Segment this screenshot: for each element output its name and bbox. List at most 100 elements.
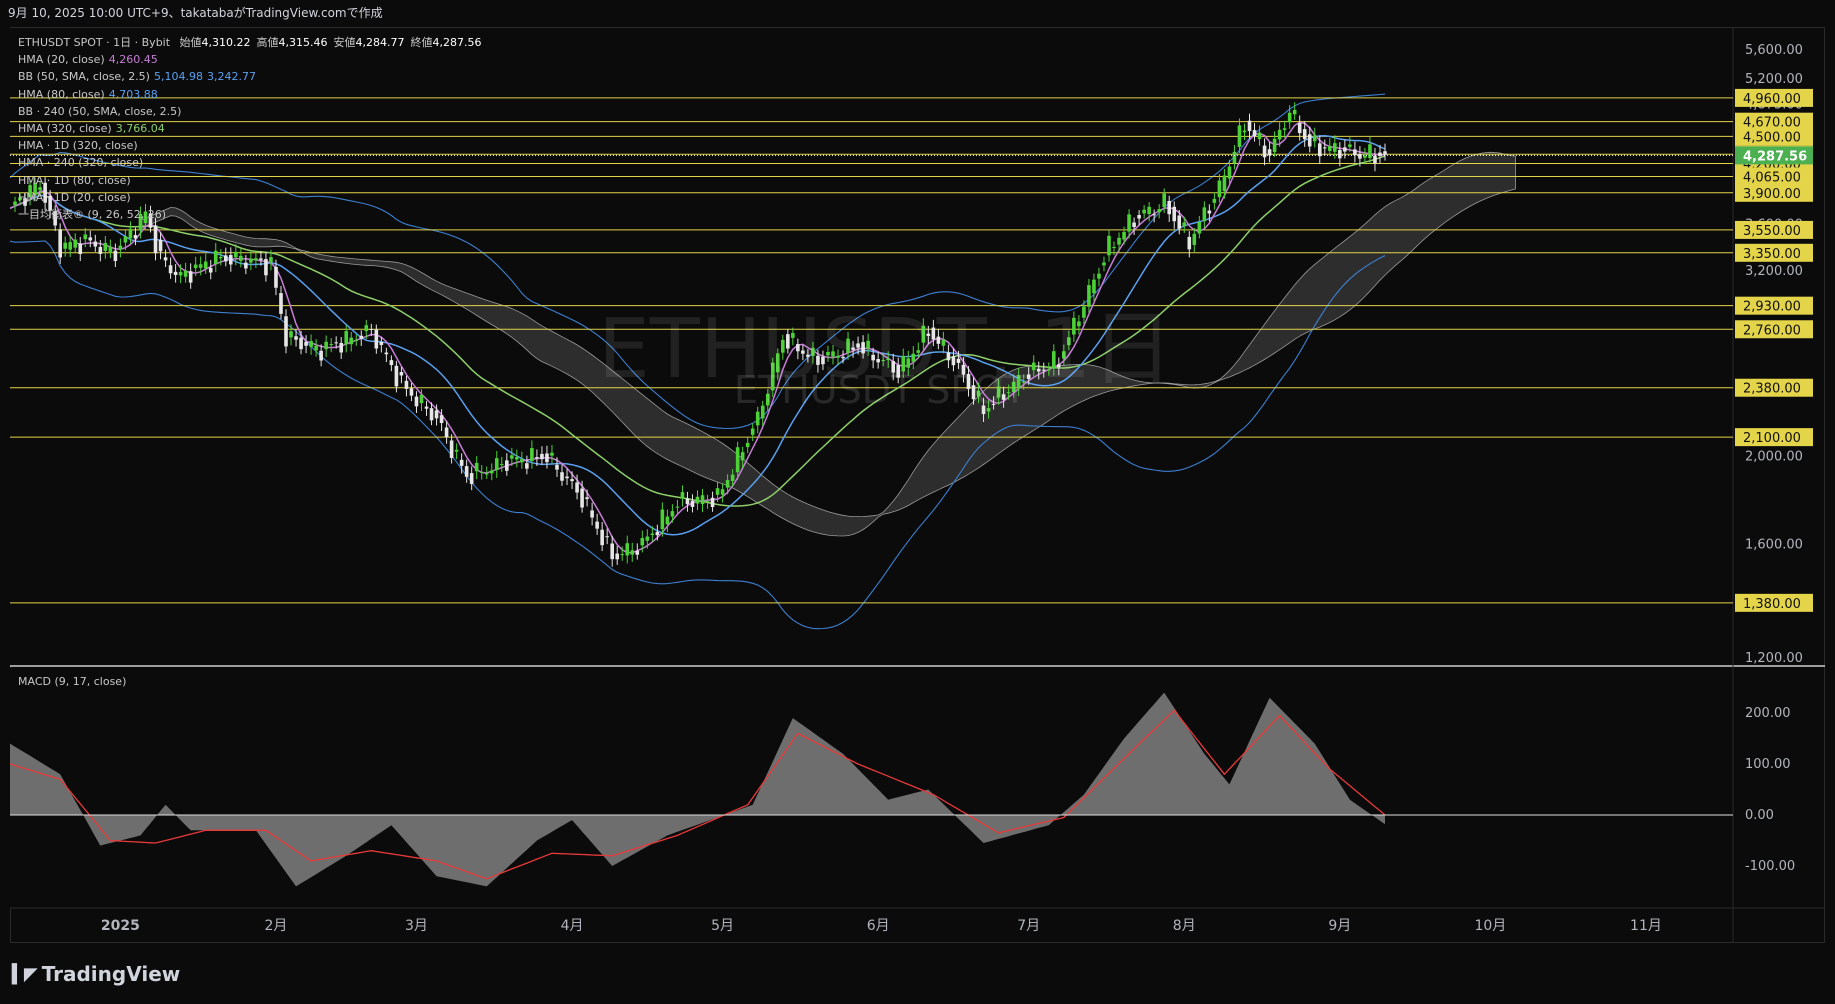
- candle-body[interactable]: [1383, 151, 1387, 155]
- candle-body[interactable]: [469, 473, 474, 484]
- candle-body[interactable]: [1197, 222, 1202, 234]
- candle-body[interactable]: [1172, 206, 1177, 222]
- candle-body[interactable]: [133, 235, 138, 239]
- candle-body[interactable]: [494, 458, 499, 471]
- candle-body[interactable]: [705, 500, 710, 502]
- candle-body[interactable]: [459, 459, 464, 466]
- candle-body[interactable]: [1322, 147, 1327, 149]
- candle-body[interactable]: [565, 476, 569, 479]
- candle-body[interactable]: [585, 497, 589, 500]
- candle-body[interactable]: [720, 489, 725, 495]
- candle-body[interactable]: [1237, 125, 1242, 147]
- candle-body[interactable]: [264, 259, 268, 276]
- candle-body[interactable]: [1107, 235, 1111, 256]
- candle-body[interactable]: [640, 538, 645, 546]
- candle-body[interactable]: [1232, 151, 1237, 164]
- indicator-row[interactable]: HMA · 1D (20, close): [18, 189, 481, 206]
- candle-body[interactable]: [660, 509, 665, 530]
- candle-body[interactable]: [419, 394, 424, 404]
- candle-body[interactable]: [695, 496, 700, 504]
- candle-body[interactable]: [1307, 134, 1312, 147]
- candle-body[interactable]: [439, 415, 444, 424]
- candle-body[interactable]: [153, 225, 158, 254]
- candle-body[interactable]: [93, 241, 98, 247]
- candle-body[interactable]: [484, 473, 489, 475]
- candle-body[interactable]: [1162, 193, 1166, 208]
- candle-body[interactable]: [1192, 233, 1197, 245]
- candle-body[interactable]: [525, 463, 529, 469]
- candle-body[interactable]: [58, 229, 62, 258]
- candle-body[interactable]: [1297, 123, 1302, 134]
- candle-body[interactable]: [555, 464, 559, 470]
- candle-body[interactable]: [374, 329, 379, 349]
- candle-body[interactable]: [515, 457, 519, 460]
- candle-body[interactable]: [1217, 180, 1222, 198]
- candle-body[interactable]: [540, 453, 544, 460]
- candle-body[interactable]: [1358, 153, 1362, 159]
- tradingview-logo[interactable]: ▍◤ TradingView: [12, 962, 180, 986]
- indicator-row[interactable]: 一目均衡表® (9, 26, 52, 26): [18, 206, 481, 223]
- candle-body[interactable]: [510, 455, 514, 459]
- candle-body[interactable]: [1207, 210, 1212, 214]
- candle-body[interactable]: [735, 447, 740, 473]
- candle-body[interactable]: [655, 531, 660, 536]
- indicator-row[interactable]: HMA (320, close) 3,766.04: [18, 120, 481, 137]
- candle-body[interactable]: [88, 237, 93, 241]
- candle-body[interactable]: [203, 261, 208, 269]
- candle-body[interactable]: [1343, 147, 1347, 152]
- candle-body[interactable]: [444, 427, 449, 438]
- candle-body[interactable]: [685, 498, 690, 505]
- indicator-row[interactable]: BB (50, SMA, close, 2.5) 5,104.98 3,242.77: [18, 68, 481, 85]
- candle-body[interactable]: [1333, 143, 1337, 152]
- candle-body[interactable]: [424, 406, 429, 409]
- candle-body[interactable]: [670, 511, 675, 517]
- candle-body[interactable]: [239, 255, 243, 261]
- candle-body[interactable]: [1327, 145, 1332, 151]
- indicator-row[interactable]: HMA (80, close) 4,703.88: [18, 86, 481, 103]
- candle-body[interactable]: [1363, 155, 1367, 158]
- candle-body[interactable]: [710, 497, 715, 508]
- candle-body[interactable]: [1272, 138, 1277, 153]
- candle-body[interactable]: [620, 554, 625, 556]
- candle-body[interactable]: [1257, 132, 1262, 140]
- candle-body[interactable]: [1177, 215, 1182, 229]
- candle-body[interactable]: [98, 246, 103, 254]
- candle-body[interactable]: [254, 258, 258, 261]
- candle-body[interactable]: [1142, 209, 1146, 214]
- candle-body[interactable]: [1282, 128, 1287, 130]
- candle-body[interactable]: [625, 543, 630, 556]
- indicator-row[interactable]: HMA (20, close) 4,260.45: [18, 51, 481, 68]
- candle-body[interactable]: [329, 344, 333, 346]
- candle-body[interactable]: [675, 506, 680, 508]
- candle-body[interactable]: [530, 448, 534, 462]
- candle-body[interactable]: [269, 257, 273, 263]
- candle-body[interactable]: [1368, 144, 1372, 159]
- candle-body[interactable]: [665, 516, 670, 525]
- candle-body[interactable]: [223, 255, 228, 262]
- candle-body[interactable]: [449, 440, 454, 458]
- candle-body[interactable]: [1202, 207, 1207, 222]
- candle-body[interactable]: [740, 452, 745, 461]
- candle-body[interactable]: [725, 480, 730, 488]
- candle-body[interactable]: [1132, 222, 1136, 228]
- candle-body[interactable]: [1292, 109, 1297, 115]
- candle-body[interactable]: [464, 466, 469, 477]
- candle-body[interactable]: [213, 250, 218, 265]
- candle-body[interactable]: [545, 453, 549, 463]
- candle-body[interactable]: [319, 350, 323, 361]
- candle-body[interactable]: [1112, 247, 1116, 249]
- candle-body[interactable]: [520, 459, 524, 463]
- candle-body[interactable]: [208, 267, 213, 273]
- candle-body[interactable]: [1373, 155, 1377, 164]
- candle-body[interactable]: [63, 242, 68, 249]
- candle-body[interactable]: [414, 396, 419, 407]
- candle-body[interactable]: [259, 258, 263, 260]
- candle-body[interactable]: [570, 479, 574, 482]
- candle-body[interactable]: [1147, 206, 1151, 215]
- candle-body[interactable]: [560, 472, 564, 481]
- candle-body[interactable]: [384, 352, 389, 355]
- candle-body[interactable]: [339, 342, 344, 353]
- candle-body[interactable]: [128, 228, 133, 239]
- candle-body[interactable]: [359, 335, 364, 339]
- candle-body[interactable]: [474, 462, 479, 472]
